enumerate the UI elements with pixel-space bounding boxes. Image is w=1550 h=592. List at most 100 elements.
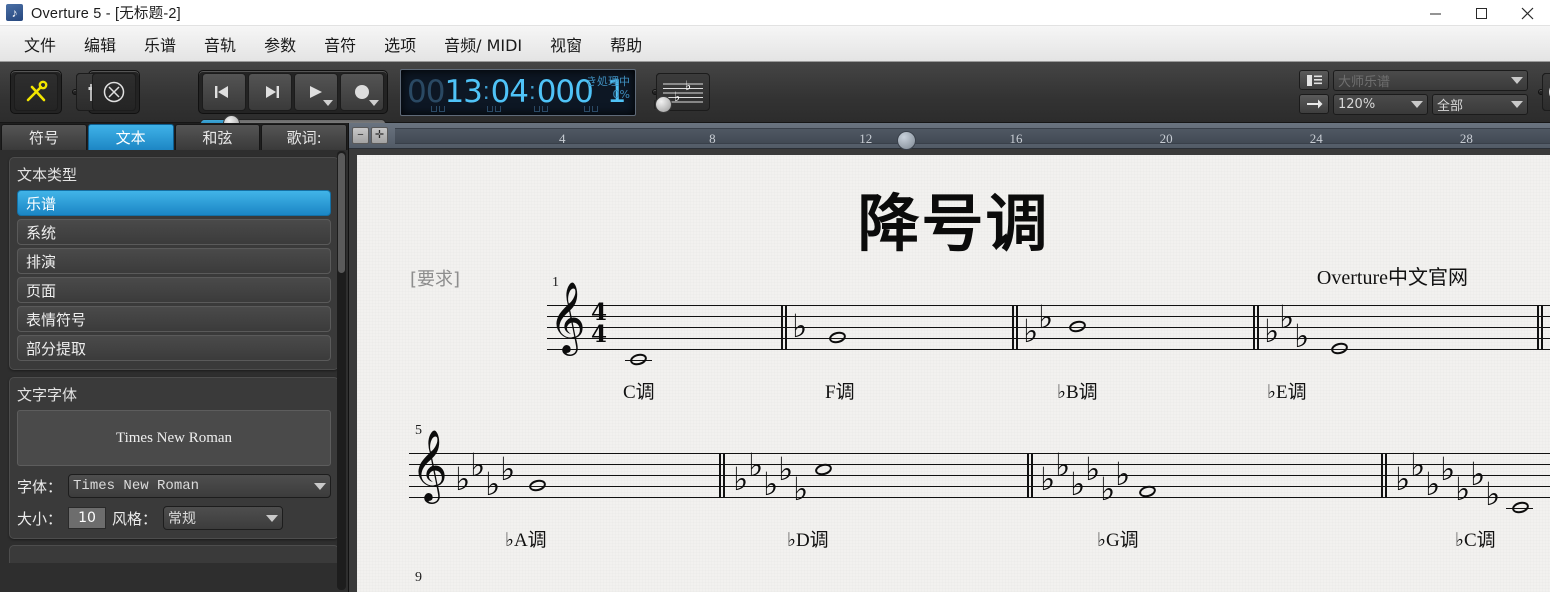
window-controls: [1412, 0, 1550, 26]
erase-tool-button[interactable]: [92, 73, 136, 111]
font-family-label: 字体：: [17, 476, 62, 497]
key-label-m1[interactable]: C调: [623, 377, 655, 404]
menu-score[interactable]: 乐谱: [130, 29, 190, 59]
ruler-zoom-in-icon[interactable]: ✛: [371, 127, 388, 144]
processing-percent: 0%: [586, 88, 630, 102]
menu-edit[interactable]: 编辑: [70, 29, 130, 59]
maximize-button[interactable]: [1458, 0, 1504, 26]
whole-note-m8[interactable]: [1511, 500, 1530, 515]
tab-symbols[interactable]: 符号: [1, 124, 87, 150]
ruler-playhead-thumb[interactable]: [897, 131, 916, 150]
rewind-button[interactable]: [202, 73, 246, 111]
score-style-combo[interactable]: 大师乐谱: [1333, 70, 1528, 91]
key-label-m8[interactable]: ♭C调: [1455, 525, 1496, 552]
ruler-tick-24: 24: [1310, 131, 1323, 147]
flat-m8-7: ♭: [1485, 478, 1500, 510]
staff-system-1[interactable]: 𝄞 4 4 C调 ♭ F调 ♭ ♭ ♭B: [357, 305, 1550, 375]
text-type-item-rehearsal[interactable]: 排演: [17, 248, 331, 274]
flat-m4-1: ♭: [1264, 315, 1279, 347]
chevron-down-icon: [1511, 101, 1523, 108]
key-label-m3[interactable]: ♭B调: [1057, 377, 1098, 404]
processing-status: き処理中 0%: [586, 75, 630, 103]
menu-options[interactable]: 选项: [370, 29, 430, 59]
flat-m5-2: ♭: [470, 449, 485, 481]
font-family-row: 字体： Times New Roman: [17, 474, 331, 498]
info-button[interactable]: [1542, 73, 1550, 111]
score-page[interactable]: 降号调 [要求] Overture中文官网 1 𝄞 4 4: [357, 155, 1550, 592]
svg-text:♭: ♭: [674, 90, 680, 105]
right-controls: 大师乐谱 120% 全部: [1299, 70, 1528, 115]
palette-scrollbar[interactable]: [337, 151, 346, 590]
ruler-tick-20: 20: [1160, 131, 1173, 147]
font-size-row: 大小： 10 风格： 常规: [17, 506, 331, 530]
play-caret[interactable]: [323, 100, 333, 106]
font-family-combo[interactable]: Times New Roman: [68, 474, 331, 498]
menu-notes[interactable]: 音符: [310, 29, 370, 59]
goto-arrow-icon[interactable]: [1299, 94, 1329, 114]
score-right-tag[interactable]: Overture中文官网: [1317, 261, 1468, 290]
key-label-m2[interactable]: F调: [825, 377, 855, 404]
key-label-m7[interactable]: ♭G调: [1097, 525, 1139, 552]
menu-audio-midi[interactable]: 音频/ MIDI: [430, 29, 536, 59]
record-button[interactable]: [340, 73, 384, 111]
key-label-m4[interactable]: ♭E调: [1267, 377, 1307, 404]
score-left-tag[interactable]: [要求]: [410, 265, 460, 291]
volume-slider[interactable]: [654, 100, 656, 109]
text-type-item-system[interactable]: 系统: [17, 219, 331, 245]
menu-parameters[interactable]: 参数: [250, 29, 310, 59]
ruler-tick-12: 12: [859, 131, 872, 147]
menu-help[interactable]: 帮助: [596, 29, 656, 59]
tab-chords[interactable]: 和弦: [175, 124, 261, 150]
flat-m6-5: ♭: [793, 473, 808, 505]
zoom-row: 120% 全部: [1299, 94, 1528, 115]
menu-window[interactable]: 视窗: [536, 29, 596, 59]
text-type-title: 文本类型: [17, 164, 331, 185]
text-type-item-score[interactable]: 乐谱: [17, 190, 331, 216]
text-font-group: 文字字体 Times New Roman 字体： Times New Roman…: [9, 377, 339, 539]
chevron-down-icon: [1511, 77, 1523, 84]
score-title[interactable]: 降号调: [357, 173, 1550, 263]
menu-track[interactable]: 音轨: [190, 29, 250, 59]
ruler-zoom-out-icon[interactable]: −: [352, 127, 369, 144]
double-barline-5: [719, 453, 725, 497]
time-display[interactable]: 00 13 : 04 : 000 1 き処理中 0%: [400, 69, 636, 116]
text-type-item-part-extract[interactable]: 部分提取: [17, 335, 331, 361]
whole-note-m1[interactable]: [629, 352, 648, 367]
font-style-combo[interactable]: 常规: [163, 506, 283, 530]
flat-m7-3: ♭: [1070, 468, 1085, 500]
font-size-input[interactable]: 10: [68, 507, 106, 529]
zoom-combo[interactable]: 120%: [1333, 94, 1428, 115]
key-label-m6[interactable]: ♭D调: [787, 525, 829, 552]
ruler-tick-16: 16: [1009, 131, 1022, 147]
time-tick-marks: [401, 106, 635, 114]
staff-system-2[interactable]: 𝄞 ♭ ♭ ♭ ♭ ♭A调 ♭ ♭ ♭ ♭ ♭ ♭D调 ♭: [357, 453, 1550, 523]
minimize-button[interactable]: [1412, 0, 1458, 26]
window-titlebar: ♪ Overture 5 - [无标题-2]: [0, 0, 1550, 26]
record-caret[interactable]: [369, 100, 379, 106]
view-button-group: [10, 70, 62, 114]
ruler-tick-4: 4: [559, 131, 566, 147]
play-button[interactable]: [294, 73, 338, 111]
menu-file[interactable]: 文件: [10, 29, 70, 59]
flat-m6-1: ♭: [733, 463, 748, 495]
tab-text[interactable]: 文本: [88, 124, 174, 150]
key-label-m5[interactable]: ♭A调: [505, 525, 547, 552]
score-style-value: 大师乐谱: [1338, 71, 1506, 90]
flat-m8-5: ♭: [1455, 473, 1470, 505]
ruler-track[interactable]: 4 8 12 16 20 24 28: [395, 128, 1550, 144]
close-button[interactable]: [1504, 0, 1550, 26]
text-type-group: 文本类型 乐谱 系统 排演 页面 表情符号 部分提取: [9, 157, 339, 370]
transport-button-group: [198, 70, 388, 114]
flat-m8-2: ♭: [1410, 449, 1425, 481]
filter-combo[interactable]: 全部: [1432, 94, 1528, 115]
tools-button[interactable]: [14, 73, 58, 111]
tab-lyrics[interactable]: 歌词:: [261, 124, 347, 150]
flat-m8-4: ♭: [1440, 453, 1455, 485]
double-barline-7: [1381, 453, 1387, 497]
forward-button[interactable]: [248, 73, 292, 111]
text-type-item-page[interactable]: 页面: [17, 277, 331, 303]
font-size-label: 大小：: [17, 508, 62, 529]
time-colon-2: :: [528, 78, 537, 106]
text-type-item-expression[interactable]: 表情符号: [17, 306, 331, 332]
layout-icon[interactable]: [1299, 70, 1329, 90]
